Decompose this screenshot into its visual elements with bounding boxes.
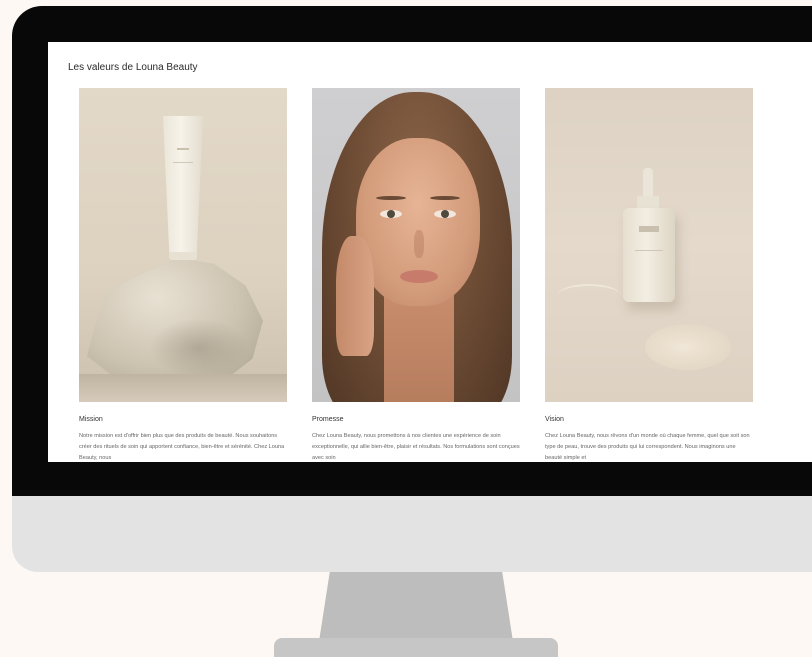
serum-bottle-image xyxy=(545,88,753,402)
right-iris xyxy=(441,210,449,218)
right-brow xyxy=(430,196,460,200)
hand-shape xyxy=(336,236,374,356)
monitor-stand-neck xyxy=(318,572,514,648)
nose-shape xyxy=(414,230,424,258)
section-heading: Les valeurs de Louna Beauty xyxy=(68,62,198,73)
serum-bottle xyxy=(623,208,675,302)
card-text: Notre mission est d'offrir bien plus que… xyxy=(79,433,285,461)
lips-shape xyxy=(400,270,438,283)
card-text: Chez Louna Beauty, nous promettons à nos… xyxy=(312,433,520,461)
tube-label-line xyxy=(173,162,193,163)
left-iris xyxy=(387,210,395,218)
value-card-vision: Vision Chez Louna Beauty, nous rêvons d'… xyxy=(545,88,753,462)
bottle-label-line xyxy=(635,250,663,251)
product-tube-on-rock-image xyxy=(79,88,287,402)
card-title: Mission xyxy=(79,416,103,423)
serum-swatch xyxy=(645,324,731,370)
monitor-stand-base xyxy=(274,638,558,657)
card-title: Vision xyxy=(545,416,564,423)
cream-tube xyxy=(163,116,203,256)
left-brow xyxy=(376,196,406,200)
value-card-mission: Mission Notre mission est d'offrir bien … xyxy=(79,88,287,462)
card-title: Promesse xyxy=(312,416,344,423)
card-text: Chez Louna Beauty, nous rêvons d'un mond… xyxy=(545,433,750,461)
monitor-chin xyxy=(12,496,812,572)
tube-label-mark xyxy=(177,148,189,150)
tube-cap xyxy=(169,252,197,260)
serum-swirl xyxy=(557,284,621,308)
rock-shade xyxy=(149,318,249,378)
model-portrait-image xyxy=(312,88,520,402)
value-card-promesse: Promesse Chez Louna Beauty, nous promett… xyxy=(312,88,520,462)
bottle-label-mark xyxy=(639,226,659,232)
rock-shadow xyxy=(79,374,287,402)
bottle-dropper xyxy=(643,168,653,198)
monitor-screen: Les valeurs de Louna Beauty Mission Notr… xyxy=(48,42,812,462)
